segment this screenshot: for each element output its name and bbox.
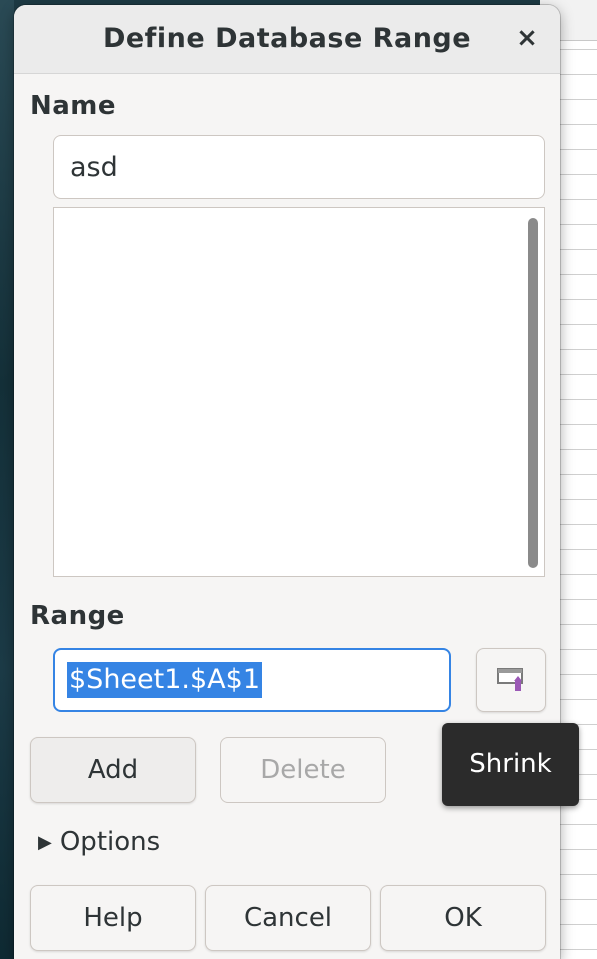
name-label: Name	[30, 91, 117, 121]
shrink-button[interactable]	[476, 648, 546, 712]
range-input[interactable]: $Sheet1.$A$1	[53, 648, 451, 712]
options-label: Options	[59, 827, 161, 857]
shrink-tooltip: Shrink	[442, 723, 579, 806]
range-selected-text: $Sheet1.$A$1	[67, 662, 263, 698]
cancel-button[interactable]: Cancel	[205, 885, 371, 951]
help-button[interactable]: Help	[30, 885, 196, 951]
define-database-range-dialog: Define Database Range × Name Range $Shee…	[14, 5, 560, 959]
close-button[interactable]: ×	[508, 19, 546, 57]
ok-button[interactable]: OK	[380, 885, 546, 951]
dialog-titlebar: Define Database Range ×	[14, 5, 560, 74]
add-button[interactable]: Add	[30, 737, 196, 803]
close-icon: ×	[516, 23, 538, 53]
desktop-background	[0, 0, 14, 959]
range-names-list[interactable]	[53, 207, 545, 577]
expander-arrow-icon: ▶	[38, 832, 52, 853]
dialog-title: Define Database Range	[102, 23, 472, 54]
shrink-icon	[497, 668, 523, 691]
options-expander[interactable]: ▶ Options	[38, 827, 160, 857]
name-input[interactable]	[53, 135, 545, 199]
list-scrollbar[interactable]	[528, 218, 538, 568]
delete-button[interactable]: Delete	[220, 737, 386, 803]
range-label: Range	[30, 601, 125, 631]
